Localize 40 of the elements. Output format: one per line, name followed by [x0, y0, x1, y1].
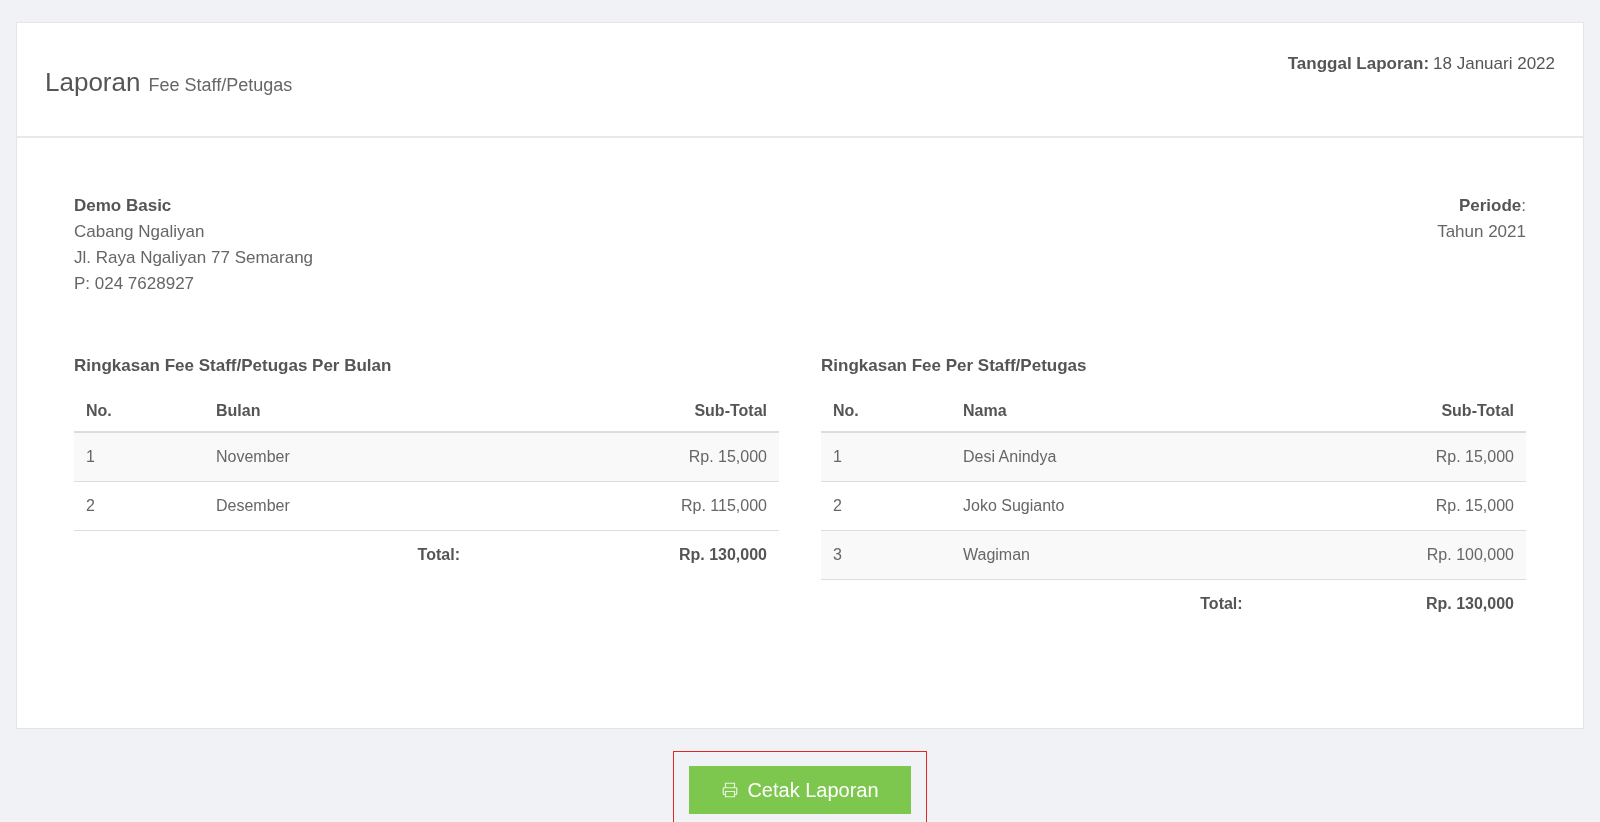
table-cell: 1	[821, 431, 951, 481]
total-value: Rp. 130,000	[1254, 579, 1526, 628]
table-title: Ringkasan Fee Per Staff/Petugas	[821, 355, 1088, 377]
table-cell: 2	[74, 481, 204, 530]
column-header: Sub-Total	[1254, 390, 1526, 432]
printer-icon	[721, 780, 740, 799]
table-cell: Rp. 15,000	[1254, 481, 1526, 530]
table-cell: Rp. 15,000	[471, 431, 779, 481]
report-title: Laporan	[45, 66, 141, 99]
table-cell: Rp. 100,000	[1254, 530, 1526, 579]
table-cell: 3	[821, 530, 951, 579]
table-cell: 1	[74, 431, 204, 481]
table-title: Ringkasan Fee Staff/Petugas Per Bulan	[74, 355, 393, 377]
table-cell: Desember	[204, 481, 472, 530]
table-cell: Rp. 115,000	[471, 481, 779, 530]
report-subtitle: Fee Staff/Petugas	[148, 74, 293, 97]
period-value: Tahun 2021	[1437, 221, 1526, 243]
company-detail: P: 024 7628927	[74, 273, 196, 295]
table-cell: Wagiman	[951, 530, 1255, 579]
table-cell: Rp. 15,000	[1254, 431, 1526, 481]
table-cell: Joko Sugianto	[951, 481, 1255, 530]
column-header: Nama	[951, 390, 1255, 432]
print-button[interactable]: Cetak Laporan	[689, 765, 911, 814]
period-colon: :	[1521, 195, 1526, 217]
company-name: Demo Basic	[74, 195, 173, 217]
column-header: Sub-Total	[471, 390, 779, 432]
company-detail: Cabang Ngaliyan	[74, 221, 206, 243]
date-value: 18 Januari 2022	[1433, 53, 1555, 75]
period-label: Periode	[1458, 195, 1522, 217]
date-label: Tanggal Laporan:	[1287, 53, 1430, 75]
company-detail: Jl. Raya Ngaliyan 77 Semarang	[74, 247, 314, 269]
column-header: No.	[821, 390, 951, 432]
total-value: Rp. 130,000	[471, 530, 779, 579]
total-label: Total:	[204, 530, 472, 579]
table-cell: Desi Anindya	[951, 431, 1255, 481]
total-label: Total:	[951, 579, 1255, 628]
table-cell: 2	[821, 481, 951, 530]
column-header: Bulan	[204, 390, 472, 432]
table-cell: November	[204, 431, 472, 481]
column-header: No.	[74, 390, 204, 432]
